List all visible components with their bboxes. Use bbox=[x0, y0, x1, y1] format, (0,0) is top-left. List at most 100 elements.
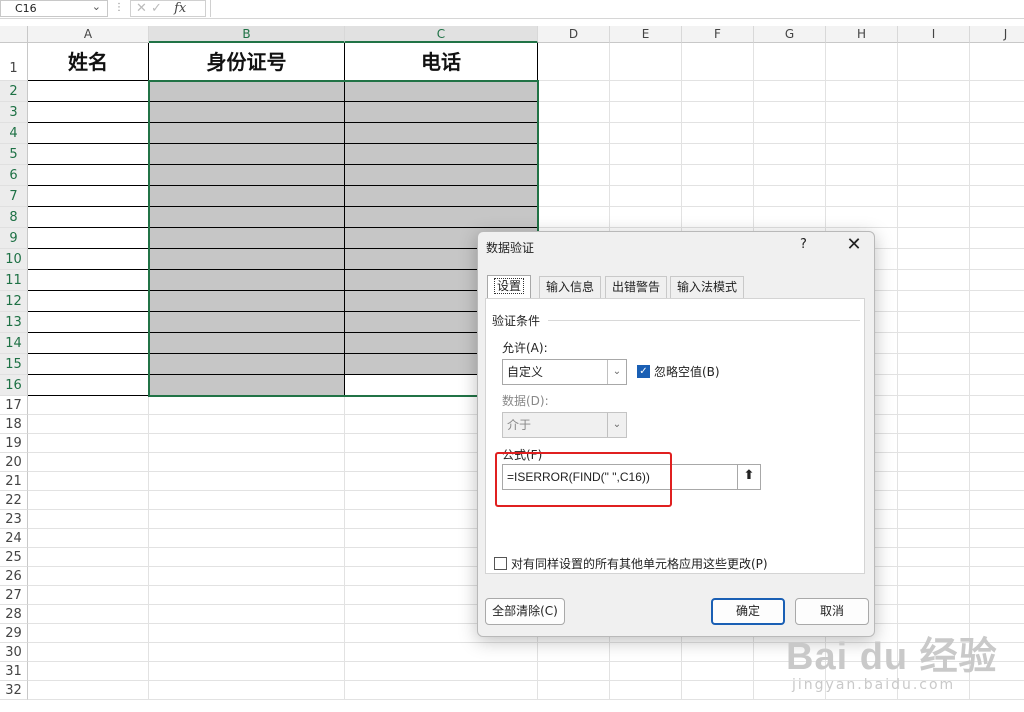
chevron-down-icon[interactable]: ⌄ bbox=[607, 413, 626, 437]
cell-i3[interactable] bbox=[898, 102, 970, 123]
row-header-5[interactable]: 5 bbox=[0, 144, 28, 165]
row-header-24[interactable]: 24 bbox=[0, 529, 28, 548]
cell-j16[interactable] bbox=[970, 375, 1024, 396]
cell-e32[interactable] bbox=[610, 681, 682, 700]
cell-b21[interactable] bbox=[149, 472, 345, 491]
cell-i20[interactable] bbox=[898, 453, 970, 472]
row-header-27[interactable]: 27 bbox=[0, 586, 28, 605]
cell-i22[interactable] bbox=[898, 491, 970, 510]
cell-j18[interactable] bbox=[970, 415, 1024, 434]
cell-a13[interactable] bbox=[28, 312, 149, 333]
allow-select[interactable]: 自定义 ⌄ bbox=[502, 359, 627, 385]
cell-c4[interactable] bbox=[345, 123, 538, 144]
cell-i8[interactable] bbox=[898, 207, 970, 228]
chevron-down-icon[interactable]: ⌄ bbox=[92, 0, 101, 14]
select-all-corner[interactable] bbox=[0, 26, 28, 43]
row-header-2[interactable]: 2 bbox=[0, 81, 28, 102]
cell-i17[interactable] bbox=[898, 396, 970, 415]
cell-c30[interactable] bbox=[345, 643, 538, 662]
cell-h3[interactable] bbox=[826, 102, 898, 123]
cell-d2[interactable] bbox=[538, 81, 610, 102]
cell-a21[interactable] bbox=[28, 472, 149, 491]
cell-a9[interactable] bbox=[28, 228, 149, 249]
row-header-21[interactable]: 21 bbox=[0, 472, 28, 491]
cell-i16[interactable] bbox=[898, 375, 970, 396]
cell-j14[interactable] bbox=[970, 333, 1024, 354]
cell-f6[interactable] bbox=[682, 165, 754, 186]
row-header-31[interactable]: 31 bbox=[0, 662, 28, 681]
collapse-dialog-button[interactable]: ⬆ bbox=[737, 464, 761, 490]
cell-d31[interactable] bbox=[538, 662, 610, 681]
cell-g1[interactable] bbox=[754, 43, 826, 81]
cell-i1[interactable] bbox=[898, 43, 970, 81]
cell-j15[interactable] bbox=[970, 354, 1024, 375]
cell-b16[interactable] bbox=[149, 375, 345, 396]
cell-h8[interactable] bbox=[826, 207, 898, 228]
cell-j11[interactable] bbox=[970, 270, 1024, 291]
cell-a19[interactable] bbox=[28, 434, 149, 453]
cell-i11[interactable] bbox=[898, 270, 970, 291]
close-icon[interactable]: ✕ bbox=[844, 234, 864, 255]
row-header-23[interactable]: 23 bbox=[0, 510, 28, 529]
cell-e30[interactable] bbox=[610, 643, 682, 662]
cell-b11[interactable] bbox=[149, 270, 345, 291]
cell-j1[interactable] bbox=[970, 43, 1024, 81]
cell-b9[interactable] bbox=[149, 228, 345, 249]
column-header-d[interactable]: D bbox=[538, 26, 610, 43]
cell-j5[interactable] bbox=[970, 144, 1024, 165]
cell-e1[interactable] bbox=[610, 43, 682, 81]
cell-g8[interactable] bbox=[754, 207, 826, 228]
cell-j6[interactable] bbox=[970, 165, 1024, 186]
cell-b23[interactable] bbox=[149, 510, 345, 529]
cell-e4[interactable] bbox=[610, 123, 682, 144]
chevron-down-icon[interactable]: ⌄ bbox=[607, 360, 626, 384]
cell-h7[interactable] bbox=[826, 186, 898, 207]
cell-j7[interactable] bbox=[970, 186, 1024, 207]
cell-j9[interactable] bbox=[970, 228, 1024, 249]
cell-a29[interactable] bbox=[28, 624, 149, 643]
row-header-29[interactable]: 29 bbox=[0, 624, 28, 643]
cell-j3[interactable] bbox=[970, 102, 1024, 123]
cell-b18[interactable] bbox=[149, 415, 345, 434]
help-icon[interactable]: ? bbox=[800, 237, 807, 252]
cell-h2[interactable] bbox=[826, 81, 898, 102]
cell-a6[interactable] bbox=[28, 165, 149, 186]
row-header-14[interactable]: 14 bbox=[0, 333, 28, 354]
cell-j21[interactable] bbox=[970, 472, 1024, 491]
cell-a30[interactable] bbox=[28, 643, 149, 662]
row-header-19[interactable]: 19 bbox=[0, 434, 28, 453]
cell-a25[interactable] bbox=[28, 548, 149, 567]
cell-a18[interactable] bbox=[28, 415, 149, 434]
apply-all-checkbox[interactable] bbox=[494, 557, 507, 570]
cell-h4[interactable] bbox=[826, 123, 898, 144]
cell-c7[interactable] bbox=[345, 186, 538, 207]
cell-d6[interactable] bbox=[538, 165, 610, 186]
cell-b12[interactable] bbox=[149, 291, 345, 312]
cell-i13[interactable] bbox=[898, 312, 970, 333]
cell-b26[interactable] bbox=[149, 567, 345, 586]
cell-b32[interactable] bbox=[149, 681, 345, 700]
row-header-18[interactable]: 18 bbox=[0, 415, 28, 434]
cell-c6[interactable] bbox=[345, 165, 538, 186]
cell-i12[interactable] bbox=[898, 291, 970, 312]
cell-e6[interactable] bbox=[610, 165, 682, 186]
cell-e8[interactable] bbox=[610, 207, 682, 228]
cell-f2[interactable] bbox=[682, 81, 754, 102]
cell-f30[interactable] bbox=[682, 643, 754, 662]
cell-a28[interactable] bbox=[28, 605, 149, 624]
cell-a14[interactable] bbox=[28, 333, 149, 354]
cell-i5[interactable] bbox=[898, 144, 970, 165]
data-select[interactable]: 介于 ⌄ bbox=[502, 412, 627, 438]
cell-g6[interactable] bbox=[754, 165, 826, 186]
cell-b17[interactable] bbox=[149, 396, 345, 415]
cell-f3[interactable] bbox=[682, 102, 754, 123]
cell-f4[interactable] bbox=[682, 123, 754, 144]
row-header-11[interactable]: 11 bbox=[0, 270, 28, 291]
cell-f32[interactable] bbox=[682, 681, 754, 700]
ignore-blank-checkbox[interactable]: ✓ bbox=[637, 365, 650, 378]
clear-all-button[interactable]: 全部清除(C) bbox=[485, 598, 565, 625]
row-header-20[interactable]: 20 bbox=[0, 453, 28, 472]
row-header-4[interactable]: 4 bbox=[0, 123, 28, 144]
cell-b20[interactable] bbox=[149, 453, 345, 472]
cell-a16[interactable] bbox=[28, 375, 149, 396]
